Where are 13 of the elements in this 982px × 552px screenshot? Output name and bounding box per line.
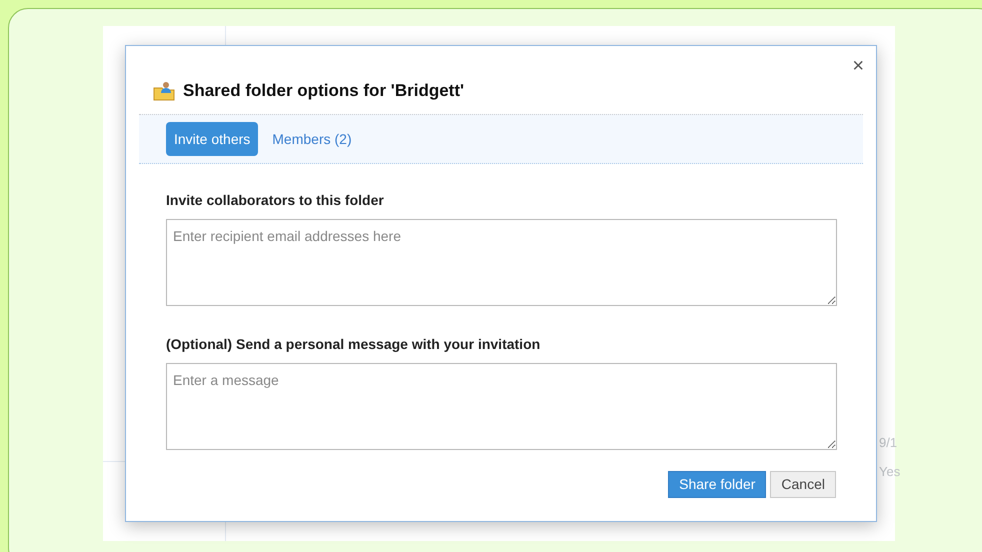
background-text: Yes [879, 465, 900, 478]
field-label: (Optional) Send a personal message with your invitation [166, 335, 542, 354]
tab[interactable]: Invite others [166, 122, 258, 156]
input-field[interactable]: Enter a message [166, 363, 837, 450]
tab[interactable]: Members (2) [264, 122, 360, 156]
background-text: 9/1 [879, 436, 898, 449]
dialog-title: Shared folder options for 'Bridgett' [183, 80, 464, 102]
close-button[interactable]: × [852, 56, 864, 76]
shared-folder-icon [153, 81, 175, 101]
cancel-button[interactable]: Cancel [770, 471, 836, 498]
field-label: Invite collaborators to this folder [166, 191, 385, 210]
share-button[interactable]: Share folder [668, 471, 766, 498]
input-field[interactable]: Enter recipient email addresses here [166, 219, 837, 306]
